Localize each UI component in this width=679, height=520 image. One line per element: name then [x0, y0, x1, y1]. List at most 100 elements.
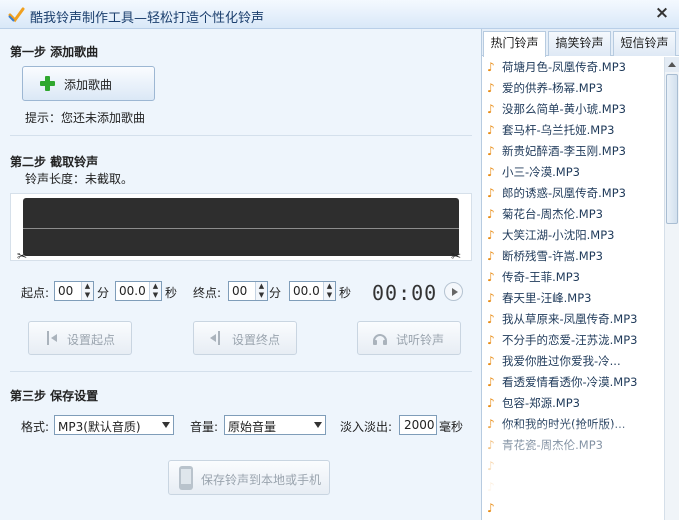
- step2-title: 第二步 截取铃声: [10, 155, 99, 169]
- ringtone-name: 包容-郑源.MP3: [502, 396, 580, 410]
- ringtone-item[interactable]: ♪ 我爱你胜过你爱我-冷...: [482, 351, 663, 372]
- ringtone-name: 郎的诱惑-凤凰传奇.MP3: [502, 186, 626, 200]
- chevron-down-icon: [162, 422, 170, 428]
- ringtone-item[interactable]: ♪ 郎的诱惑-凤凰传奇.MP3: [482, 183, 663, 204]
- add-song-label: 添加歌曲: [64, 78, 113, 92]
- ringtone-name: 套马杆-乌兰托娅.MP3: [502, 123, 615, 137]
- volume-label: 音量:: [190, 420, 219, 434]
- music-note-icon: ♪: [487, 249, 495, 263]
- music-note-icon: ♪: [487, 102, 495, 116]
- set-start-button[interactable]: 设置起点: [28, 321, 132, 355]
- music-note-icon: ♪: [487, 81, 495, 95]
- add-song-tip: 提示：您还未添加歌曲: [25, 111, 146, 125]
- ringtone-item[interactable]: ♪ 我从草原来-凤凰传奇.MP3: [482, 309, 663, 330]
- start-scissor-icon[interactable]: ✂: [17, 249, 27, 263]
- window-title: 酷我铃声制作工具—轻松打造个性化铃声: [30, 11, 265, 26]
- app-logo-icon: [8, 7, 25, 23]
- end-minute-spinner[interactable]: 00 ▲ ▼: [228, 281, 268, 301]
- step3-title: 第三步 保存设置: [10, 389, 99, 403]
- ringtone-item[interactable]: ♪ 没那么简单-黄小琥.MP3: [482, 99, 663, 120]
- end-second-spinner[interactable]: 00.0 ▲ ▼: [289, 281, 336, 301]
- volume-select[interactable]: 原始音量: [224, 415, 326, 435]
- list-scrollbar[interactable]: [664, 57, 679, 520]
- ringtone-item[interactable]: ♪ 荷塘月色-凤凰传奇.MP3: [482, 57, 663, 78]
- set-end-button[interactable]: 设置终点: [193, 321, 297, 355]
- save-settings-row: 格式: MP3(默认音质) 音量: 原始音量 淡入淡出: 2000 毫秒: [0, 415, 481, 437]
- ringtone-item[interactable]: ♪ 小三-冷漠.MP3: [482, 162, 663, 183]
- music-note-icon: ♪: [487, 270, 495, 284]
- spinner-arrows-icon[interactable]: ▲ ▼: [323, 282, 335, 300]
- preview-ringtone-button[interactable]: 试听铃声: [357, 321, 461, 355]
- scroll-thumb[interactable]: [666, 74, 678, 224]
- second-unit: 秒: [339, 286, 352, 300]
- spinner-arrows-icon[interactable]: ▲ ▼: [149, 282, 161, 300]
- ringtone-name: 我从草原来-凤凰传奇.MP3: [502, 312, 638, 326]
- ringtone-item[interactable]: ♪ 菊花台-周杰伦.MP3: [482, 204, 663, 225]
- ringtone-name: 看透爱情看透你-冷漠.MP3: [502, 375, 638, 389]
- ringtone-item[interactable]: ♪ 你和我的时光(抢听版)...: [482, 414, 663, 435]
- ringtone-item[interactable]: ♪ 传奇-王菲.MP3: [482, 267, 663, 288]
- fade-label: 淡入淡出:: [340, 420, 393, 434]
- music-note-icon: ♪: [487, 207, 495, 221]
- music-note-icon: ♪: [487, 165, 495, 179]
- ringtone-item[interactable]: ♪ 青花瓷-周杰伦.MP3: [482, 435, 663, 456]
- ringtone-item[interactable]: ♪: [482, 456, 663, 477]
- tab-funny[interactable]: 搞笑铃声: [548, 31, 611, 56]
- spinner-arrows-icon[interactable]: ▲ ▼: [81, 282, 93, 300]
- headphone-icon: [373, 334, 387, 345]
- tab-popular[interactable]: 热门铃声: [483, 31, 546, 57]
- ringtone-name: 我爱你胜过你爱我-冷...: [502, 354, 621, 368]
- playback-time: 00:00: [372, 281, 438, 305]
- ringtone-name: 大笑江湖-小沈阳.MP3: [502, 228, 615, 242]
- play-icon[interactable]: [444, 282, 463, 301]
- ringtone-name: 爱的供养-杨幂.MP3: [502, 81, 603, 95]
- set-start-icon: [47, 331, 57, 345]
- ringtone-name: 青花瓷-周杰伦.MP3: [502, 438, 603, 452]
- music-note-icon: ♪: [487, 417, 495, 431]
- start-second-spinner[interactable]: 00.0 ▲ ▼: [115, 281, 162, 301]
- ringtone-library: 热门铃声 搞笑铃声 短信铃声 ♪ 荷塘月色-凤凰传奇.MP3 ♪ 爱的供养-杨幂.MP…: [482, 29, 679, 520]
- ringtone-item[interactable]: ♪ 包容-郑源.MP3: [482, 393, 663, 414]
- ringtone-name: 新贵妃醉酒-李玉刚.MP3: [502, 144, 626, 158]
- music-note-icon: ♪: [487, 186, 495, 200]
- ringtone-item[interactable]: ♪ 爱的供养-杨幂.MP3: [482, 78, 663, 99]
- divider: [10, 371, 472, 372]
- chevron-down-icon: [314, 422, 322, 428]
- music-note-icon: ♪: [487, 228, 495, 242]
- ringtone-name: 小三-冷漠.MP3: [502, 165, 580, 179]
- ringtone-name: 不分手的恋爱-汪苏泷.MP3: [502, 333, 638, 347]
- save-ringtone-button[interactable]: 保存铃声到本地或手机: [168, 460, 330, 495]
- waveform-area[interactable]: ✂ ✂: [10, 193, 472, 263]
- ringtone-item[interactable]: ♪ 套马杆-乌兰托娅.MP3: [482, 120, 663, 141]
- ringtone-item[interactable]: ♪ 大笑江湖-小沈阳.MP3: [482, 225, 663, 246]
- waveform-display[interactable]: [23, 198, 459, 256]
- start-minute-spinner[interactable]: 00 ▲ ▼: [54, 281, 94, 301]
- ringtone-list: ♪ 荷塘月色-凤凰传奇.MP3 ♪ 爱的供养-杨幂.MP3 ♪ 没那么简单-黄小琥.MP3…: [482, 57, 663, 520]
- ringtone-item[interactable]: ♪: [482, 498, 663, 519]
- ringtone-name: 菊花台-周杰伦.MP3: [502, 207, 603, 221]
- ringtone-item[interactable]: ♪ 春天里-汪峰.MP3: [482, 288, 663, 309]
- ringtone-name: 断桥残雪-许嵩.MP3: [502, 249, 603, 263]
- end-scissor-icon[interactable]: ✂: [451, 249, 461, 263]
- title-bar: 酷我铃声制作工具—轻松打造个性化铃声 ×: [0, 0, 679, 29]
- add-song-button[interactable]: 添加歌曲: [22, 66, 155, 101]
- ringtone-name: 春天里-汪峰.MP3: [502, 291, 592, 305]
- spinner-arrows-icon[interactable]: ▲ ▼: [255, 282, 267, 300]
- fade-unit: 毫秒: [439, 420, 464, 434]
- music-note-icon: ♪: [487, 396, 495, 410]
- end-label: 终点:: [193, 286, 222, 300]
- ringtone-item[interactable]: ♪: [482, 477, 663, 498]
- scroll-up-icon[interactable]: [665, 57, 679, 72]
- ringtone-item[interactable]: ♪ 看透爱情看透你-冷漠.MP3: [482, 372, 663, 393]
- fade-duration-input[interactable]: 2000: [399, 415, 437, 435]
- tab-sms[interactable]: 短信铃声: [613, 31, 676, 56]
- ringtone-item[interactable]: ♪ 不分手的恋爱-汪苏泷.MP3: [482, 330, 663, 351]
- set-end-icon: [210, 331, 220, 345]
- ringtone-item[interactable]: ♪ 新贵妃醉酒-李玉刚.MP3: [482, 141, 663, 162]
- step1-title: 第一步 添加歌曲: [10, 45, 99, 59]
- music-note-icon: ♪: [487, 501, 495, 515]
- close-icon[interactable]: ×: [653, 4, 671, 22]
- music-note-icon: ♪: [487, 291, 495, 305]
- ringtone-item[interactable]: ♪ 断桥残雪-许嵩.MP3: [482, 246, 663, 267]
- format-select[interactable]: MP3(默认音质): [54, 415, 174, 435]
